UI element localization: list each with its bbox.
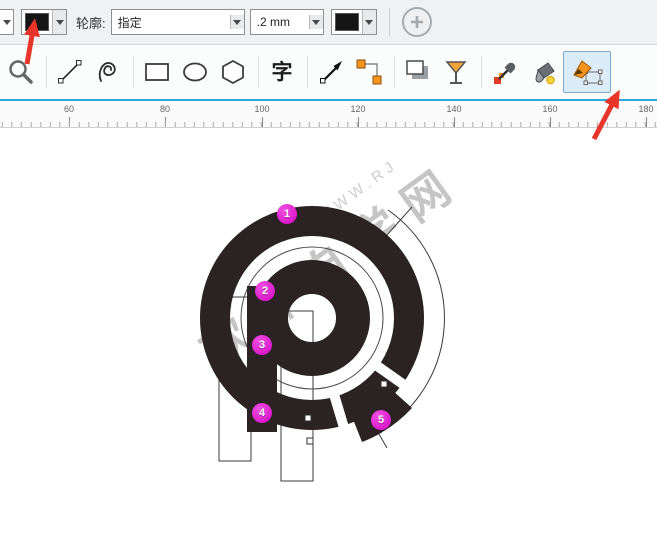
separator (394, 56, 395, 88)
ruler-tick (69, 117, 70, 127)
line-icon (55, 57, 85, 87)
connector-tool[interactable] (351, 53, 387, 91)
ruler-tick (454, 117, 455, 127)
magnifier-icon (6, 57, 36, 87)
outline-color-dropdown[interactable] (362, 10, 376, 34)
shape-edit-tool[interactable] (313, 53, 349, 91)
ruler-tick (358, 117, 359, 127)
node-handle[interactable] (305, 415, 311, 421)
ruler-label: 180 (638, 104, 653, 114)
polygon-tool[interactable] (215, 53, 251, 91)
step-badge-3: 3 (252, 335, 272, 355)
transparency-tool[interactable] (438, 53, 474, 91)
node-handle[interactable] (381, 381, 387, 387)
node-arrow-icon (316, 57, 346, 87)
eyedropper-tool[interactable] (487, 53, 523, 91)
fill-color-picker[interactable] (21, 9, 67, 35)
chevron-down-icon (312, 20, 320, 29)
pen-nib-frame-icon (570, 56, 604, 88)
rectangle-icon (142, 57, 172, 87)
ellipse-icon (180, 57, 210, 87)
property-bar: 轮廓: 指定 .2 mm (0, 0, 657, 45)
separator (133, 56, 134, 88)
inner-ring-shape[interactable] (271, 277, 353, 359)
hexagon-icon (218, 57, 248, 87)
fill-tool[interactable] (525, 53, 561, 91)
step-badge-2: 2 (255, 281, 275, 301)
logo-artwork[interactable] (0, 128, 657, 540)
step-badge-4: 4 (252, 403, 272, 423)
chevron-down-icon (365, 20, 373, 29)
outline-style-arrow[interactable] (230, 15, 244, 29)
freehand-line-tool[interactable] (52, 53, 88, 91)
ruler-label: 160 (542, 104, 557, 114)
separator (481, 56, 482, 88)
ruler-tick (646, 117, 647, 127)
step-badge-1: 1 (277, 204, 297, 224)
add-button[interactable] (402, 7, 432, 37)
ellipse-tool[interactable] (177, 53, 213, 91)
shadow-squares-icon (403, 57, 433, 87)
outline-label: 轮廓: (76, 13, 106, 32)
outline-style-dropdown[interactable]: 指定 (111, 9, 245, 35)
chevron-down-icon (233, 20, 241, 29)
plus-icon (409, 14, 425, 30)
chevron-down-icon (56, 20, 64, 29)
ruler-label: 140 (446, 104, 461, 114)
ruler-tick (165, 117, 166, 127)
toolbox: 字 (0, 45, 657, 99)
ruler-label: 80 (160, 104, 170, 114)
outline-color-picker[interactable] (331, 9, 377, 35)
chevron-down-icon (3, 20, 11, 29)
node-handle[interactable] (307, 438, 313, 444)
ruler-label: 100 (254, 104, 269, 114)
text-tool[interactable]: 字 (264, 53, 300, 91)
smart-fill-tool[interactable] (563, 51, 611, 93)
ruler-tick (262, 117, 263, 127)
ruler-label: 60 (64, 104, 74, 114)
step-badge-5: 5 (371, 410, 391, 430)
glass-icon (441, 57, 471, 87)
rectangle-tool[interactable] (139, 53, 175, 91)
app-window: 轮廓: 指定 .2 mm (0, 0, 657, 540)
swirl-icon (93, 57, 123, 87)
fill-color-swatch (25, 13, 49, 31)
outline-width-dropdown[interactable]: .2 mm (250, 9, 324, 35)
outline-color-swatch (335, 13, 359, 31)
outline-width-value: .2 mm (251, 15, 309, 29)
outline-width-arrow[interactable] (309, 15, 323, 29)
outline-style-value: 指定 (112, 14, 230, 31)
drawing-canvas[interactable]: WWW.RJ 软件自学网 (0, 128, 657, 540)
drop-shadow-tool[interactable] (400, 53, 436, 91)
partial-dropdown[interactable] (0, 9, 14, 35)
fill-color-dropdown[interactable] (52, 10, 66, 34)
ruler-tick (550, 117, 551, 127)
paint-bucket-icon (528, 57, 558, 87)
connector-icon (354, 57, 384, 87)
separator (46, 56, 47, 88)
zoom-tool[interactable] (3, 53, 39, 91)
separator (307, 56, 308, 88)
separator (389, 8, 390, 36)
ruler-label: 120 (350, 104, 365, 114)
eyedropper-icon (490, 57, 520, 87)
horizontal-ruler[interactable]: 60 80 100 120 140 160 180 (0, 101, 657, 128)
separator (258, 56, 259, 88)
text-tool-glyph: 字 (272, 62, 293, 83)
curve-tool[interactable] (90, 53, 126, 91)
